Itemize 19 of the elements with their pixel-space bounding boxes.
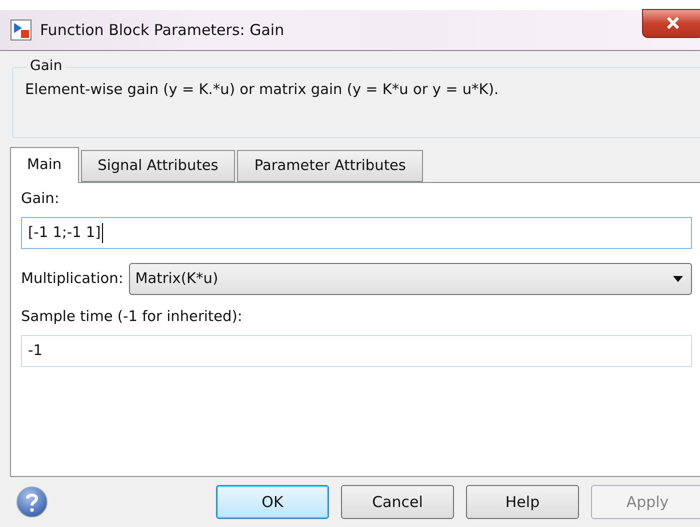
tab[interactable]: Main [10,146,79,183]
description-text: Element-wise gain (y = K.*u) or matrix gain (y = K*u or y = u*K). [25,82,500,98]
field-label: Multiplication: [21,270,124,287]
close-button[interactable] [642,8,700,38]
input-field[interactable]: [-1 1;-1 1] [21,216,692,249]
dropdown[interactable]: Matrix(K*u) [129,262,692,295]
input-field[interactable]: -1 [21,334,692,367]
window-title: Function Block Parameters: Gain [40,21,284,40]
dialog-button[interactable]: Help [466,484,579,519]
caret-icon [673,276,683,282]
field-label: Gain: [21,190,60,207]
tab[interactable]: Parameter Attributes [237,150,423,182]
tab[interactable]: Signal Attributes [80,150,236,182]
help-icon[interactable] [16,486,48,518]
field-label: Sample time (-1 for inherited): [21,308,244,325]
dialog-button[interactable]: Cancel [341,484,454,519]
dialog-button[interactable]: OK [216,484,329,519]
close-icon [666,17,680,30]
block-parameters-icon [10,19,32,42]
